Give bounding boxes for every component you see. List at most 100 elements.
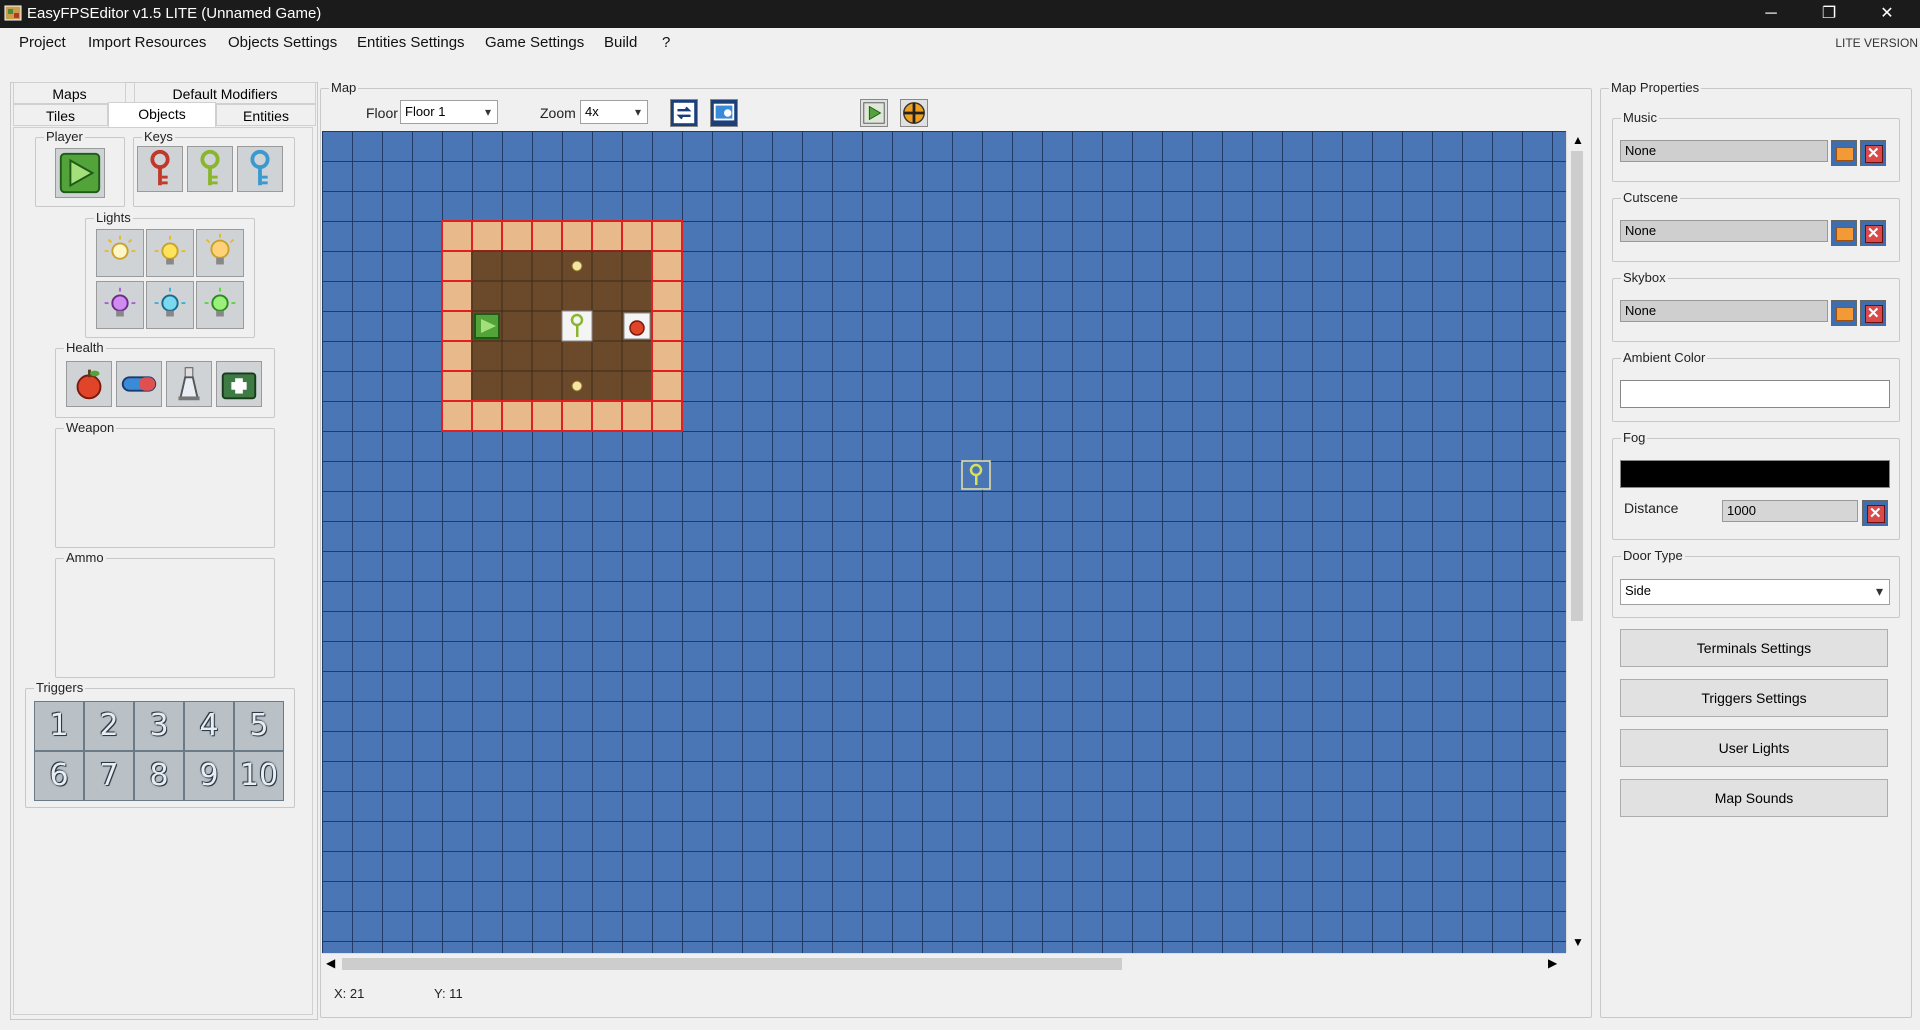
floor-tile bbox=[501, 310, 533, 342]
ambient-color-swatch[interactable] bbox=[1620, 380, 1890, 408]
trigger-tile-10[interactable]: 10 bbox=[234, 751, 284, 801]
fog-group: Fog bbox=[1612, 430, 1900, 540]
horizontal-scrollbar[interactable]: ◀ ▶ bbox=[322, 953, 1566, 974]
menu-import-resources[interactable]: Import Resources bbox=[88, 34, 206, 51]
map-sounds-button[interactable]: Map Sounds bbox=[1620, 779, 1888, 817]
wall-tile bbox=[651, 220, 683, 252]
user-lights-button[interactable]: User Lights bbox=[1620, 729, 1888, 767]
trigger-tile-3[interactable]: 3 bbox=[134, 701, 184, 751]
tab-objects[interactable]: Objects bbox=[108, 102, 216, 128]
health-medkit-tile[interactable] bbox=[216, 361, 262, 407]
trigger-number: 1 bbox=[49, 708, 69, 743]
door-type-select[interactable]: Side ▾ bbox=[1620, 579, 1890, 605]
health-apple-tile[interactable] bbox=[66, 361, 112, 407]
swap-floor-button[interactable] bbox=[670, 99, 698, 127]
floor-tile bbox=[471, 340, 503, 372]
zoom-label: Zoom bbox=[540, 105, 576, 121]
door-type-value: Side bbox=[1625, 583, 1652, 598]
floor-tile bbox=[471, 370, 503, 402]
trigger-tile-8[interactable]: 8 bbox=[134, 751, 184, 801]
health-potion-tile[interactable] bbox=[166, 361, 212, 407]
floor-tile bbox=[531, 370, 563, 402]
light-purple-tile[interactable] bbox=[96, 281, 144, 329]
trigger-tile-1[interactable]: 1 bbox=[34, 701, 84, 751]
light-white-tile[interactable] bbox=[96, 229, 144, 277]
floor-tile bbox=[471, 250, 503, 282]
scroll-left-icon[interactable]: ◀ bbox=[326, 956, 335, 970]
menu-build[interactable]: Build bbox=[604, 34, 637, 51]
trigger-tile-2[interactable]: 2 bbox=[84, 701, 134, 751]
play-test-button[interactable] bbox=[860, 99, 888, 127]
menu-game-settings[interactable]: Game Settings bbox=[485, 34, 584, 51]
trigger-tile-6[interactable]: 6 bbox=[34, 751, 84, 801]
floor-tile bbox=[591, 310, 623, 342]
scroll-down-icon[interactable]: ▼ bbox=[1572, 935, 1584, 949]
light-green-tile[interactable] bbox=[196, 281, 244, 329]
trigger-tile-7[interactable]: 7 bbox=[84, 751, 134, 801]
ammo-group: Ammo bbox=[55, 550, 275, 678]
skybox-clear-button[interactable] bbox=[1860, 300, 1886, 326]
apple-icon bbox=[629, 320, 645, 336]
scroll-right-icon[interactable]: ▶ bbox=[1548, 956, 1557, 970]
horizontal-scroll-thumb[interactable] bbox=[342, 958, 1122, 970]
window-title: EasyFPSEditor v1.5 LITE (Unnamed Game) bbox=[27, 5, 322, 22]
music-open-button[interactable] bbox=[1831, 140, 1857, 166]
cutscene-open-button[interactable] bbox=[1831, 220, 1857, 246]
ambient-color-label: Ambient Color bbox=[1621, 350, 1708, 365]
vertical-scrollbar[interactable]: ▲ ▼ bbox=[1566, 131, 1587, 953]
fog-distance-field[interactable]: 1000 bbox=[1722, 500, 1858, 522]
key-green-tile[interactable] bbox=[187, 146, 233, 192]
trigger-number: 7 bbox=[99, 758, 119, 793]
light-orange-tile[interactable] bbox=[196, 229, 244, 277]
triggers-settings-button[interactable]: Triggers Settings bbox=[1620, 679, 1888, 717]
wall-tile bbox=[621, 400, 653, 432]
maximize-button[interactable]: ❐ bbox=[1800, 0, 1858, 28]
skybox-open-button[interactable] bbox=[1831, 300, 1857, 326]
key-blue-tile[interactable] bbox=[237, 146, 283, 192]
floor-select[interactable]: Floor 1 ▾ bbox=[400, 100, 498, 124]
cutscene-clear-button[interactable] bbox=[1860, 220, 1886, 246]
fog-label: Fog bbox=[1621, 430, 1648, 445]
door-type-label: Door Type bbox=[1621, 548, 1685, 563]
compile-button[interactable] bbox=[900, 99, 928, 127]
tab-tiles[interactable]: Tiles bbox=[13, 104, 108, 126]
menu-help[interactable]: ? bbox=[662, 34, 670, 51]
light-cyan-tile[interactable] bbox=[146, 281, 194, 329]
triggers-group-label: Triggers bbox=[34, 680, 86, 695]
weapon-group: Weapon bbox=[55, 420, 275, 548]
zoom-select[interactable]: 4x ▾ bbox=[580, 100, 648, 124]
weapon-group-label: Weapon bbox=[64, 420, 117, 435]
menu-entities-settings[interactable]: Entities Settings bbox=[357, 34, 465, 51]
tab-entities[interactable]: Entities bbox=[216, 104, 316, 126]
light-bulb-purple-icon bbox=[104, 287, 136, 317]
trigger-tile-5[interactable]: 5 bbox=[234, 701, 284, 751]
light-yellow-tile[interactable] bbox=[146, 229, 194, 277]
floor-tile bbox=[621, 250, 653, 282]
vertical-scroll-thumb[interactable] bbox=[1571, 151, 1583, 621]
health-pill-tile[interactable] bbox=[116, 361, 162, 407]
music-clear-button[interactable] bbox=[1860, 140, 1886, 166]
menu-project[interactable]: Project bbox=[19, 34, 66, 51]
player-start-tile[interactable] bbox=[55, 148, 105, 198]
menu-objects-settings[interactable]: Objects Settings bbox=[228, 34, 337, 51]
wall-tile bbox=[651, 400, 683, 432]
player-start-icon bbox=[59, 152, 101, 194]
fog-clear-button[interactable] bbox=[1862, 500, 1888, 526]
trigger-tile-4[interactable]: 4 bbox=[184, 701, 234, 751]
map-canvas[interactable] bbox=[322, 131, 1566, 953]
scroll-up-icon[interactable]: ▲ bbox=[1572, 133, 1584, 147]
wall-tile bbox=[441, 310, 473, 342]
minimize-button[interactable]: ─ bbox=[1742, 0, 1800, 28]
terminals-settings-button[interactable]: Terminals Settings bbox=[1620, 629, 1888, 667]
key-red-tile[interactable] bbox=[137, 146, 183, 192]
light-bulb-orange-icon bbox=[205, 233, 235, 265]
tab-maps[interactable]: Maps bbox=[13, 82, 126, 104]
fog-color-swatch[interactable] bbox=[1620, 460, 1890, 488]
trigger-tile-9[interactable]: 9 bbox=[184, 751, 234, 801]
close-button[interactable]: ✕ bbox=[1858, 0, 1916, 28]
tab-default-modifiers[interactable]: Default Modifiers bbox=[134, 82, 316, 104]
floor-tile bbox=[591, 340, 623, 372]
map-properties-label: Map Properties bbox=[1609, 80, 1702, 95]
swap-arrows-icon bbox=[673, 102, 695, 124]
snapshot-button[interactable] bbox=[710, 99, 738, 127]
